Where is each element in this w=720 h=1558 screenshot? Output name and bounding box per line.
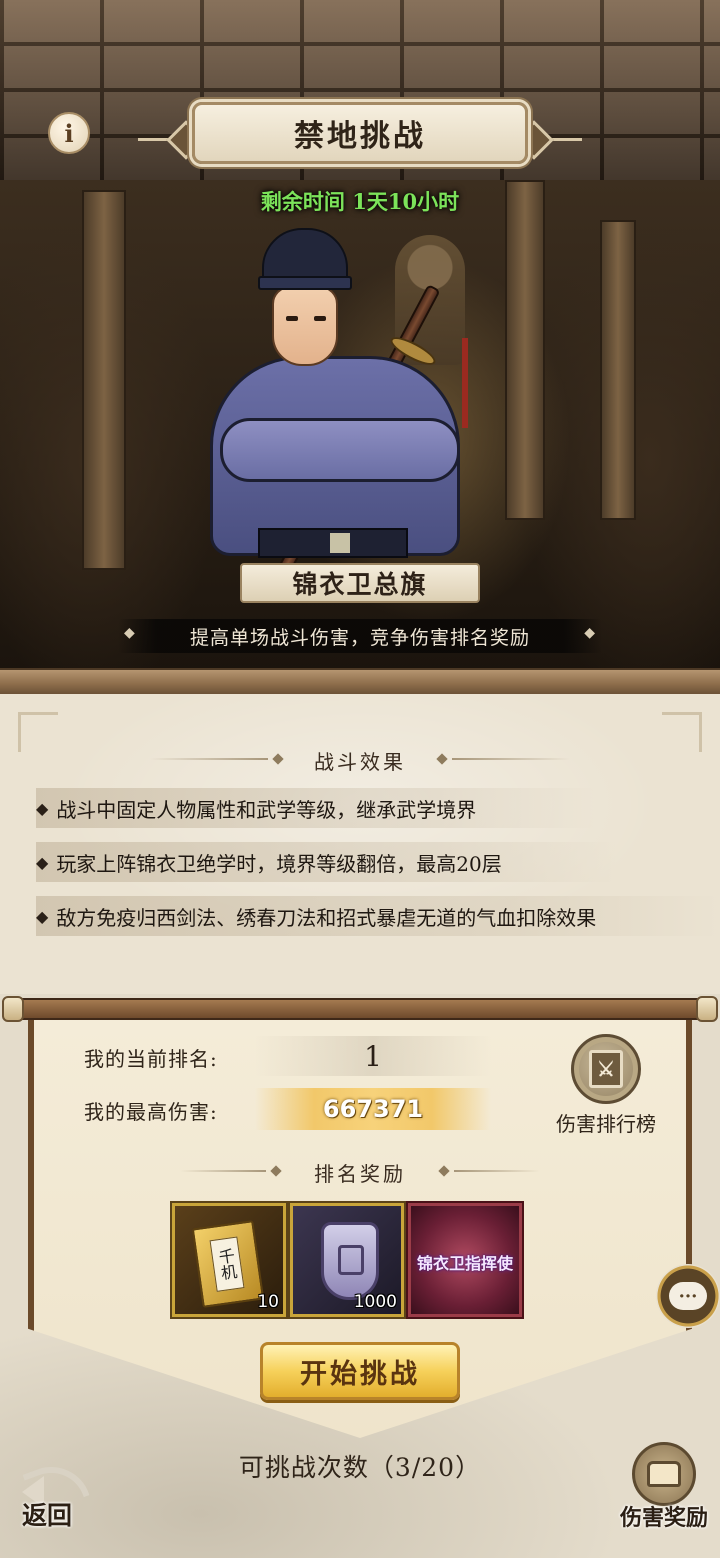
back-label: 返回 [22,1501,73,1530]
crossed-swords-icon: ⚔ [589,1050,623,1088]
effect-text: 玩家上阵锦衣卫绝学时，境界等级翻倍，最高20层 [56,851,502,876]
boss-description: 提高单场战斗伤害，竞争伤害排名奖励 [118,619,602,653]
chest-icon [647,1461,681,1487]
boss-name-plaque: 锦衣卫总旗 [240,563,480,603]
rank-label: 我的当前排名: [84,1047,218,1071]
diamond-bullet-icon: ◆ [36,798,49,818]
book-label: 千机 [209,1236,245,1292]
reward-item[interactable]: 千机 10 [172,1203,286,1317]
eye [314,316,326,321]
character-arms [220,418,460,482]
sword-tassel [462,338,468,428]
boss-character [200,228,500,588]
boss-name: 锦衣卫总旗 [292,570,428,599]
diamond-bullet-icon: ◆ [36,852,49,872]
belt-buckle [330,533,350,553]
reward-item[interactable]: 锦衣卫指挥使 [408,1203,522,1317]
scroll-rod-cap [696,996,718,1022]
rank-value: 1 [255,1036,491,1076]
character-face [272,286,338,366]
leaderboard-button[interactable]: ⚔ [571,1034,641,1104]
remaining-time: 剩余时间 1天10小时 [260,189,460,214]
start-challenge-button[interactable]: 开始挑战 [260,1342,460,1400]
wood-pillar [505,180,545,520]
effect-item: ◆ 玩家上阵锦衣卫绝学时，境界等级翻倍，最高20层 [36,842,616,882]
effect-item: ◆ 敌方免疫归西剑法、绣春刀法和招式暴虐无道的气血扣除效果 [36,896,720,936]
info-icon: i [64,118,74,148]
wood-pillar [600,220,636,520]
damage-label: 我的最高伤害: [84,1100,218,1124]
effects-section: 战斗效果 ◆ 战斗中固定人物属性和武学等级，继承武学境界 ◆ 玩家上阵锦衣卫绝学… [0,694,720,994]
reward-item[interactable]: 1000 [290,1203,404,1317]
title-divider-line [454,1170,540,1172]
effect-text: 敌方免疫归西剑法、绣春刀法和招式暴虐无道的气血扣除效果 [56,905,597,930]
back-button[interactable]: 返回 [18,1455,98,1536]
diamond-bullet-icon: ◆ [36,906,49,926]
chat-button[interactable]: ··· [656,1264,720,1328]
rewards-title: 排名奖励 [314,1162,406,1186]
page-title: 禁地挑战 [294,119,426,154]
reward-circle [632,1442,696,1506]
leaderboard-label[interactable]: 伤害排行榜 [540,1108,672,1137]
effect-item: ◆ 战斗中固定人物属性和武学等级，继承武学境界 [36,788,596,828]
title-badge-icon: 锦衣卫指挥使 [416,1254,513,1273]
wood-pillar [82,190,126,570]
token-icon [321,1222,379,1300]
reward-count: 10 [257,1292,279,1312]
chat-bubble-icon: ··· [669,1282,707,1310]
book-icon: 千机 [191,1220,265,1308]
damage-reward-button[interactable]: 伤害奖励 [612,1442,716,1542]
damage-value: 667371 [255,1088,491,1130]
title-plaque: 禁地挑战 [192,102,528,164]
damage-reward-label: 伤害奖励 [619,1505,708,1531]
scroll-rod-cap [2,996,24,1022]
effects-title: 战斗效果 [314,750,406,774]
effect-text: 战斗中固定人物属性和武学等级，继承武学境界 [56,797,477,822]
title-divider-line [452,758,570,760]
reward-count: 1000 [353,1292,397,1312]
info-button[interactable]: i [48,112,90,154]
scroll-rod [6,998,714,1020]
eye [286,316,298,321]
hat-band [258,276,352,290]
section-divider [0,668,720,694]
